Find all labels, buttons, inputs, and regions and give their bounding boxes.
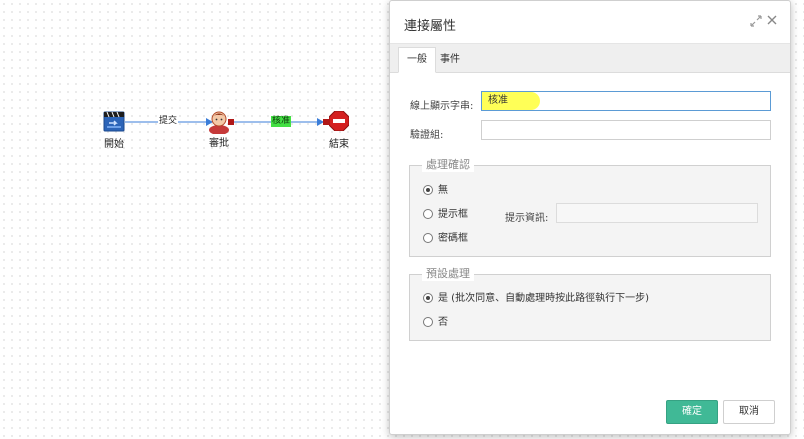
node-approve[interactable]: 審批 — [208, 110, 230, 149]
node-approve-label: 審批 — [209, 138, 229, 149]
tab-general[interactable]: 一般 — [398, 47, 436, 73]
radio-button[interactable] — [423, 317, 433, 327]
node-end[interactable]: 結束 — [328, 110, 350, 150]
radio-button[interactable] — [423, 293, 433, 303]
prompt-info-input[interactable] — [556, 203, 758, 223]
close-icon[interactable] — [766, 14, 778, 26]
end-stop-icon — [328, 110, 350, 132]
connection-properties-dialog: 連接屬性 一般 事件 線上顯示字串: 核准 驗證組: 處理確認 無 提示框 提示… — [389, 0, 791, 435]
validation-group-input[interactable] — [481, 120, 771, 140]
flow-canvas[interactable]: 開始 審批 結束 提交 核准 — [0, 0, 390, 439]
display-text-value: 核准 — [488, 95, 508, 106]
radio-confirm-password-label: 密碼框 — [438, 233, 468, 244]
confirm-section-legend: 處理確認 — [422, 158, 474, 172]
start-icon — [103, 111, 125, 132]
radio-button[interactable] — [423, 233, 433, 243]
ok-button[interactable]: 確定 — [666, 400, 718, 424]
default-section-legend: 預設處理 — [422, 267, 474, 281]
dialog-title: 連接屬性 — [404, 19, 457, 34]
radio-button[interactable] — [423, 209, 433, 219]
user-task-icon — [209, 111, 229, 135]
cancel-button[interactable]: 取消 — [723, 400, 775, 424]
display-text-input[interactable]: 核准 — [481, 91, 771, 111]
radio-confirm-none-label: 無 — [438, 185, 448, 196]
flow-edges — [125, 118, 329, 126]
edge-submit-label[interactable]: 提交 — [158, 116, 179, 127]
prompt-info-label: 提示資訊: — [505, 213, 549, 224]
dialog-header: 連接屬性 — [390, 1, 790, 44]
radio-default-no-label: 否 — [438, 317, 448, 328]
display-text-label: 線上顯示字串: — [410, 101, 474, 112]
node-end-label: 結束 — [329, 139, 349, 150]
radio-button[interactable] — [423, 185, 433, 195]
radio-confirm-prompt-label: 提示框 — [438, 209, 468, 220]
node-start-label: 開始 — [104, 139, 124, 150]
tab-events[interactable]: 事件 — [432, 48, 468, 72]
node-start[interactable]: 開始 — [103, 111, 125, 150]
dialog-tabs: 一般 事件 — [390, 44, 790, 73]
confirm-section: 處理確認 無 提示框 提示資訊: 密碼框 — [409, 158, 771, 257]
edge-approved-label[interactable]: 核准 — [271, 116, 292, 127]
expand-icon[interactable] — [750, 15, 762, 27]
radio-default-yes-label: 是 (批次同意、自動處理時按此路徑執行下一步) — [438, 293, 649, 304]
default-section: 預設處理 是 (批次同意、自動處理時按此路徑執行下一步) 否 — [409, 267, 771, 341]
edge-approved-arrow — [317, 118, 324, 126]
validation-group-label: 驗證組: — [410, 130, 444, 141]
